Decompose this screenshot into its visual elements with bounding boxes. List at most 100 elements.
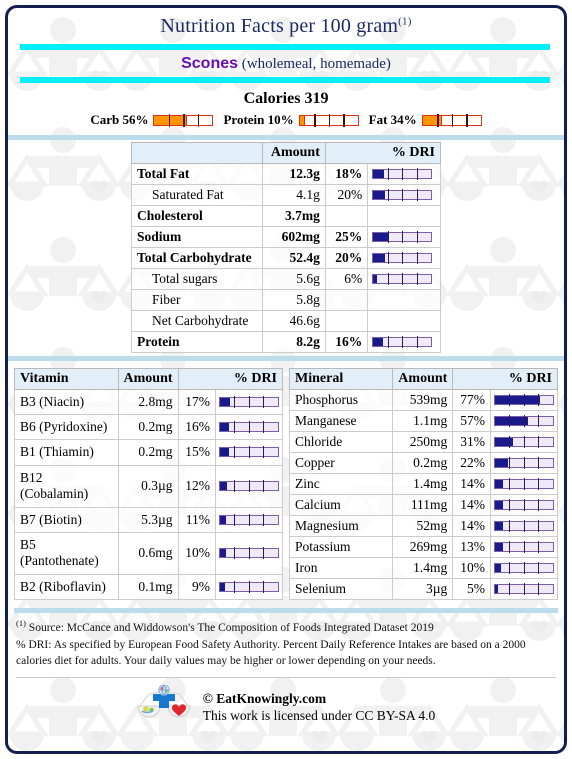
vitamin-header-amount: Amount <box>117 368 179 390</box>
vitamin-amount: 0.6mg <box>117 531 179 575</box>
mineral-percent: 57% <box>452 410 491 432</box>
mineral-percent: 77% <box>452 389 491 411</box>
dri-bar-tick <box>416 189 418 201</box>
table-row: B2 (Riboflavin) 0.1mg 9% <box>14 573 284 601</box>
mineral-amount: 0.2mg <box>392 452 454 474</box>
nutrient-bar-cell <box>367 184 441 206</box>
dri-bar-fill <box>494 522 504 530</box>
mineral-percent: 14% <box>452 515 491 537</box>
table-row: Iron 1.4mg 10% <box>288 557 559 579</box>
dri-bar-tick <box>523 583 525 595</box>
mineral-bar-cell <box>489 515 559 537</box>
nutrient-amount: 12.3g <box>262 163 326 185</box>
macro-bar-tick <box>437 113 439 127</box>
dri-bar-tick <box>234 446 236 459</box>
dri-bar <box>372 168 433 180</box>
dri-note: % DRI: As specified by European Food Saf… <box>16 638 526 668</box>
dri-bar-tick <box>402 168 404 180</box>
mineral-bar-cell <box>489 473 559 495</box>
nutrient-percent: 18% <box>324 163 369 185</box>
vitamin-bar-cell <box>214 506 284 533</box>
nutrient-percent <box>324 289 369 311</box>
table-row: Total Carbohydrate 52.4g 20% <box>130 247 441 269</box>
macro-bar-tick <box>197 113 200 127</box>
vitamin-percent: 16% <box>177 414 216 441</box>
nutrient-name: Protein <box>130 331 264 353</box>
dri-bar-tick <box>538 583 540 595</box>
dri-bar-tick <box>234 421 236 434</box>
dri-bar-fill <box>219 515 227 524</box>
dri-bar-tick <box>523 562 525 574</box>
mineral-bar-cell <box>489 389 559 411</box>
nutrient-amount: 4.1g <box>262 184 326 206</box>
mineral-name: Manganese <box>288 410 394 432</box>
mineral-name: Phosphorus <box>288 389 394 411</box>
dri-bar-tick <box>509 436 511 448</box>
dri-bar-tick <box>523 394 525 406</box>
vitamin-name: B3 (Niacin) <box>14 388 119 416</box>
vitamin-bar-cell <box>214 464 284 508</box>
calories-value: 319 <box>304 90 329 107</box>
footnotes: (1) Source: McCance and Widdowson's The … <box>8 613 564 670</box>
table-row: Saturated Fat 4.1g 20% <box>130 184 441 206</box>
nutrient-bar-cell <box>367 268 441 290</box>
vitamin-amount: 0.2mg <box>117 439 179 466</box>
mineral-header-name: Mineral <box>288 368 394 390</box>
mineral-amount: 1.1mg <box>392 410 454 432</box>
dri-bar-tick <box>509 541 511 553</box>
dri-bar-tick <box>523 541 525 553</box>
mineral-header-amount: Amount <box>392 368 454 390</box>
table-row: Manganese 1.1mg 57% <box>288 410 559 432</box>
dri-bar-tick <box>248 396 250 409</box>
dri-bar <box>493 562 554 574</box>
nutrient-bar-cell <box>367 205 441 227</box>
dri-bar-fill <box>494 585 498 593</box>
dri-bar-tick <box>263 446 265 459</box>
macro-bar <box>298 113 359 127</box>
nutrient-percent: 20% <box>324 184 369 206</box>
macronutrient-summary: Carb 56% Protein 10% Fat 34% <box>8 111 564 135</box>
dri-bar-tick <box>387 231 389 243</box>
vitamin-table: Vitamin Amount % DRI B3 (Niacin) 2.8mg 17%… <box>14 368 284 601</box>
dri-bar <box>372 273 433 285</box>
macro-bar <box>421 113 482 127</box>
dri-bar-fill <box>494 396 540 404</box>
page-title-footnote-marker: (1) <box>398 15 412 28</box>
vitamin-amount: 5.3µg <box>117 506 179 533</box>
dri-bar-tick <box>538 478 540 490</box>
dri-bar-tick <box>523 499 525 511</box>
table-row: B6 (Pyridoxine) 0.2mg 16% <box>14 414 284 441</box>
table-row: Potassium 269mg 13% <box>288 536 559 558</box>
dri-bar-tick <box>509 562 511 574</box>
dri-bar-tick <box>263 421 265 434</box>
vitamin-name: B2 (Riboflavin) <box>14 573 119 601</box>
macro-label: Protein 10% <box>223 112 294 127</box>
dri-bar-tick <box>402 252 404 264</box>
dri-bar <box>372 336 433 348</box>
nutrition-facts-card: Nutrition Facts per 100 gram(1) Scones (… <box>5 5 567 754</box>
mineral-amount: 539mg <box>392 389 454 411</box>
dri-bar-tick <box>387 336 389 348</box>
dri-bar <box>218 580 279 593</box>
table-row: B12 (Cobalamin) 0.3µg 12% <box>14 464 284 508</box>
nutrient-bar-cell <box>367 247 441 269</box>
macro-bar-tick <box>183 113 185 127</box>
nutrient-amount: 5.8g <box>262 289 326 311</box>
vitamin-percent: 15% <box>177 439 216 466</box>
nutrient-amount: 46.6g <box>262 310 326 332</box>
vitamin-percent: 9% <box>177 573 216 601</box>
table-row: Protein 8.2g 16% <box>130 331 441 353</box>
dri-bar-fill <box>494 459 508 467</box>
vitamin-bar-cell <box>214 573 284 601</box>
vitamin-name: B7 (Biotin) <box>14 506 119 533</box>
dri-bar <box>493 436 554 448</box>
dri-bar <box>493 457 554 469</box>
vitamin-percent: 11% <box>177 506 216 533</box>
macro-bar-tick <box>343 113 345 127</box>
dri-bar-tick <box>402 273 404 285</box>
nutrient-bar-cell <box>367 331 441 353</box>
main-table-header-row: Amount % DRI <box>130 142 442 164</box>
nutrient-percent: 25% <box>324 226 369 248</box>
mineral-percent: 5% <box>452 578 491 600</box>
brand-footer: © EatKnowingly.com This work is licensed… <box>8 678 564 730</box>
